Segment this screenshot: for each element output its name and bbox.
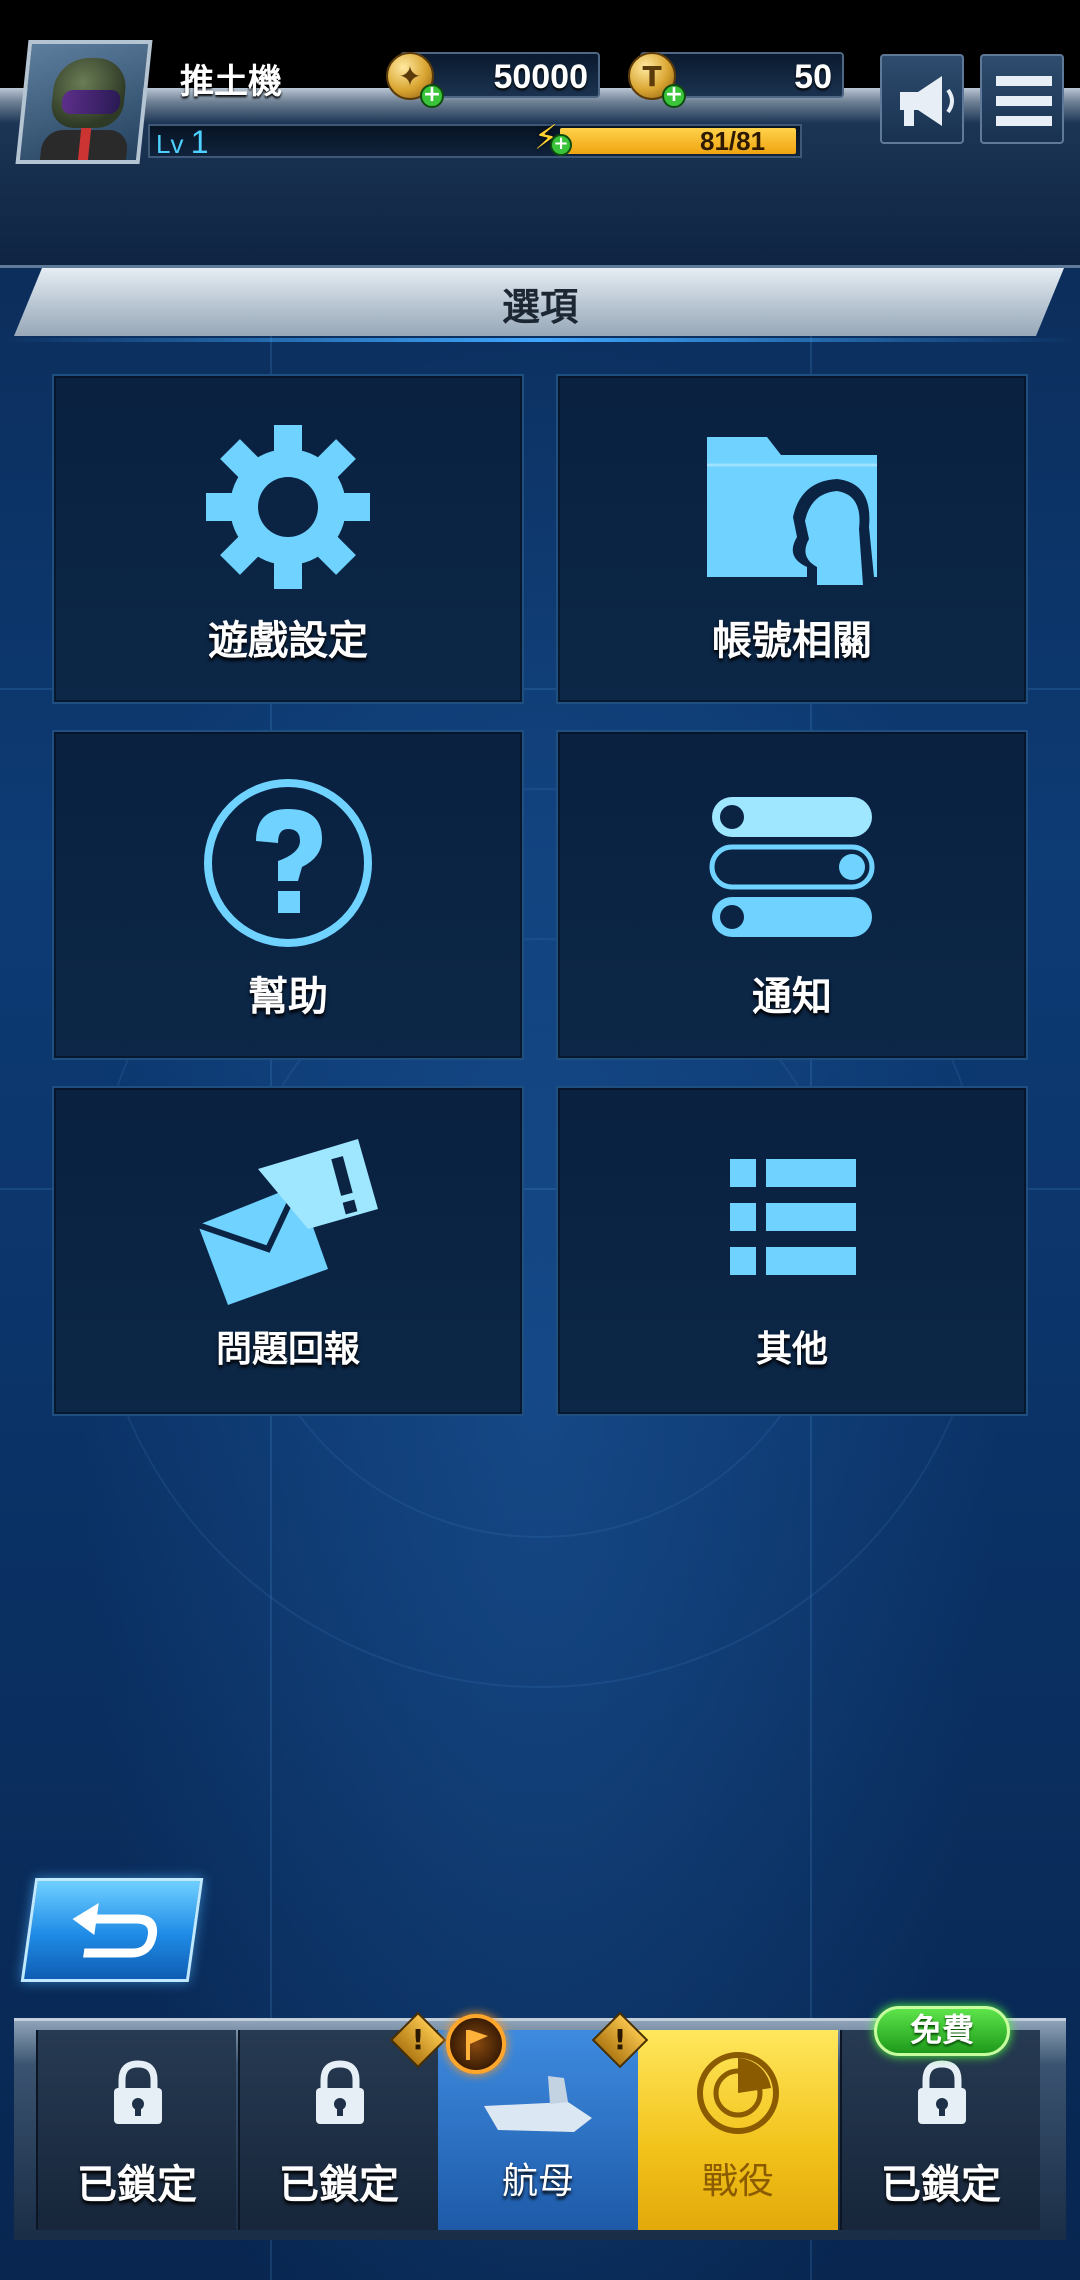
toggle-switches-icon bbox=[709, 797, 875, 937]
energy-value: 81/81 bbox=[700, 126, 766, 156]
megaphone-icon bbox=[900, 76, 954, 126]
flag-icon bbox=[446, 2014, 506, 2074]
player-avatar[interactable] bbox=[15, 40, 153, 164]
free-badge: 免費 bbox=[874, 2006, 1010, 2056]
title-underline bbox=[0, 338, 1080, 342]
back-button[interactable] bbox=[20, 1878, 204, 1982]
tile-label: 帳號相關 bbox=[712, 618, 872, 664]
lock-icon bbox=[316, 2060, 364, 2124]
tile-notifications[interactable]: 通知 bbox=[556, 730, 1028, 1060]
tile-account[interactable]: 帳號相關 bbox=[556, 374, 1028, 704]
tile-help[interactable]: 幫助 bbox=[52, 730, 524, 1060]
gear-icon bbox=[206, 425, 370, 589]
token-value: 50 bbox=[794, 58, 832, 96]
page-title: 選項 bbox=[501, 285, 578, 329]
nav-label: 戰役 bbox=[701, 2161, 774, 2202]
nav-item-locked-2[interactable]: 已鎖定 bbox=[238, 2030, 438, 2230]
tile-label: 其他 bbox=[755, 1329, 828, 1370]
level-indicator: Lv 1 bbox=[156, 124, 209, 161]
tile-label: 幫助 bbox=[248, 974, 328, 1020]
tile-label: 遊戲設定 bbox=[208, 618, 368, 664]
add-token-icon[interactable]: + bbox=[662, 84, 686, 108]
nav-label: 已鎖定 bbox=[77, 2162, 197, 2208]
tile-report-issue[interactable]: 問題回報 bbox=[52, 1086, 524, 1416]
menu-button[interactable] bbox=[980, 54, 1064, 144]
tile-label: 通知 bbox=[752, 974, 832, 1020]
aircraft-carrier-icon bbox=[484, 2076, 592, 2132]
add-gold-icon[interactable]: + bbox=[420, 84, 444, 108]
nav-item-locked-1[interactable]: 已鎖定 bbox=[36, 2030, 236, 2230]
list-icon bbox=[730, 1159, 856, 1275]
hamburger-menu-icon bbox=[996, 76, 1052, 126]
level-value: 1 bbox=[190, 124, 209, 160]
level-label: Lv bbox=[156, 129, 184, 159]
nav-item-locked-3[interactable]: 已鎖定 bbox=[840, 2030, 1040, 2230]
lock-icon bbox=[114, 2060, 162, 2124]
tile-other[interactable]: 其他 bbox=[556, 1086, 1028, 1416]
tile-game-settings[interactable]: 遊戲設定 bbox=[52, 374, 524, 704]
nav-item-campaign[interactable]: 戰役 bbox=[638, 2030, 838, 2230]
lock-icon bbox=[918, 2060, 966, 2124]
tile-label: 問題回報 bbox=[215, 1329, 360, 1370]
radar-icon bbox=[697, 2052, 779, 2134]
player-name: 推土機 bbox=[180, 62, 282, 102]
back-arrow-icon bbox=[72, 1903, 158, 1958]
add-energy-icon[interactable]: + bbox=[550, 134, 572, 156]
announcement-button[interactable] bbox=[880, 54, 964, 144]
gold-value: 50000 bbox=[493, 58, 588, 96]
report-mail-icon bbox=[197, 1139, 378, 1305]
nav-label: 已鎖定 bbox=[881, 2162, 1001, 2208]
nav-label: 航母 bbox=[501, 2161, 574, 2202]
nav-label: 已鎖定 bbox=[279, 2162, 399, 2208]
help-icon bbox=[204, 779, 372, 947]
account-folder-icon bbox=[707, 437, 877, 587]
